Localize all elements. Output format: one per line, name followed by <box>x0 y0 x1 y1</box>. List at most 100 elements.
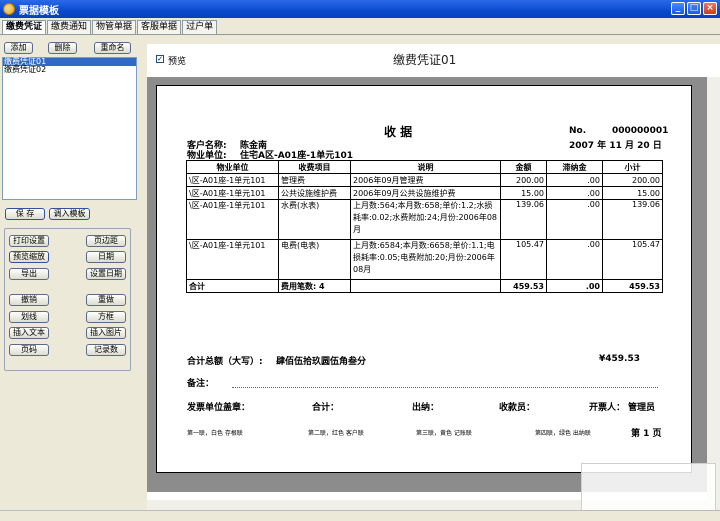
status-bar <box>0 510 720 521</box>
undo-button[interactable]: 撤销 <box>9 294 49 306</box>
cell-amount: 105.47 <box>500 239 547 280</box>
insert-image-button[interactable]: 插入图片 <box>86 327 126 339</box>
cell-amount: 200.00 <box>500 173 547 187</box>
cell-subtotal: 15.00 <box>602 186 663 200</box>
total-amount: 459.53 <box>500 279 547 293</box>
column-header: 金额 <box>500 160 547 174</box>
template-list[interactable]: 缴费凭证01 缴费凭证02 <box>2 57 137 200</box>
cell-late-fee: .00 <box>546 199 603 240</box>
total-row: 合计 费用笔数: 4 459.53 .00 459.53 <box>186 279 663 293</box>
cell-item: 水费(水表) <box>278 199 351 240</box>
column-header: 收费项目 <box>278 160 351 174</box>
cell-subtotal: 105.47 <box>602 239 663 280</box>
cell-unit: \区-A01座-1单元101 <box>186 199 279 240</box>
tab-transfer-form[interactable]: 过户单 <box>182 20 218 34</box>
table-row: \区-A01座-1单元101 电费(电表) 上月数:6584;本月数:6658;… <box>186 239 663 280</box>
remark-line <box>232 387 658 388</box>
margins-button[interactable]: 页边距 <box>86 235 126 247</box>
cell-desc: 2006年09月管理费 <box>350 173 501 187</box>
title-bar: 票据模板 _ □ × <box>0 0 720 18</box>
record-count-button[interactable]: 记录数 <box>86 344 126 356</box>
draw-box-button[interactable]: 方框 <box>86 311 126 323</box>
fee-count: 费用笔数: 4 <box>278 279 351 293</box>
uppercase-total-value: 肆佰伍拾玖圆伍角叁分 <box>276 357 367 367</box>
column-header: 说明 <box>350 160 501 174</box>
remark-label: 备注： <box>187 379 215 389</box>
receipt-date: 2007 年 11 月 20 日 <box>569 141 662 151</box>
tab-strip: 缴费凭证 缴费通知 物管单据 客服单据 过户单 <box>2 20 218 34</box>
cell-amount: 15.00 <box>500 186 547 200</box>
cell-empty <box>350 279 501 293</box>
redo-button[interactable]: 重做 <box>86 294 126 306</box>
delete-button[interactable]: 删除 <box>48 42 77 54</box>
table-row: \区-A01座-1单元101 水费(水表) 上月数:564;本月数:658;单价… <box>186 199 663 240</box>
tab-property-docs[interactable]: 物管单据 <box>92 20 137 34</box>
draw-line-button[interactable]: 划线 <box>9 311 49 323</box>
cell-item: 公共设施维护费 <box>278 186 351 200</box>
tab-payment-notice[interactable]: 缴费通知 <box>47 20 92 34</box>
load-template-button[interactable]: 调入模板 <box>49 208 90 220</box>
copy-1: 第一联，白色 存根联 <box>187 430 243 437</box>
window-title: 票据模板 <box>19 5 59 17</box>
copy-3: 第三联，黄色 记账联 <box>416 430 472 437</box>
cell-unit: \区-A01座-1单元101 <box>186 173 279 187</box>
maximize-button[interactable]: □ <box>687 2 701 15</box>
sign-issuer-person: 开票人： <box>589 403 626 413</box>
receipt-no-value: 000000001 <box>612 126 669 136</box>
preview-checkbox[interactable]: ✓ <box>156 55 164 63</box>
column-header: 小计 <box>602 160 663 174</box>
document-title: 缴费凭证01 <box>393 53 457 67</box>
receipt-title: 收 据 <box>384 125 413 139</box>
minimize-button[interactable]: _ <box>671 2 685 15</box>
receipt-no-label: No. <box>569 126 587 136</box>
preview-checkbox-label: 预览 <box>168 57 187 67</box>
set-date-button[interactable]: 设置日期 <box>86 268 126 280</box>
page-number-button[interactable]: 页码 <box>9 344 49 356</box>
copy-4: 第四联，绿色 出纳联 <box>535 430 591 437</box>
column-header: 滞纳金 <box>546 160 603 174</box>
window-controls: _ □ × <box>671 2 717 15</box>
print-settings-button[interactable]: 打印设置 <box>9 235 49 247</box>
tab-service-docs[interactable]: 客服单据 <box>137 20 182 34</box>
close-button[interactable]: × <box>703 2 717 15</box>
yen-total: ¥459.53 <box>599 354 640 364</box>
sign-admin: 管理员 <box>628 403 656 413</box>
total-subtotal: 459.53 <box>602 279 663 293</box>
export-button[interactable]: 导出 <box>9 268 49 280</box>
vertical-scrollbar[interactable] <box>707 77 720 500</box>
column-header: 物业单位 <box>186 160 279 174</box>
cell-item: 电费(电表) <box>278 239 351 280</box>
cell-subtotal: 139.06 <box>602 199 663 240</box>
table-header: 物业单位 收费项目 说明 金额 滞纳金 小计 <box>186 160 663 174</box>
sign-collector: 收款员： <box>499 403 536 413</box>
total-label: 合计 <box>186 279 279 293</box>
tab-payment-voucher[interactable]: 缴费凭证 <box>2 20 47 34</box>
cell-late-fee: .00 <box>546 239 603 280</box>
copy-2: 第二联，红色 客户联 <box>308 430 364 437</box>
cell-amount: 139.06 <box>500 199 547 240</box>
preview-zoom-button[interactable]: 预览缩放 <box>9 251 49 263</box>
cell-desc: 上月数:6584;本月数:6658;单价:1.1;电损耗率:0.05;电费附加:… <box>350 239 501 280</box>
table-row: \区-A01座-1单元101 管理费 2006年09月管理费 200.00 .0… <box>186 173 663 187</box>
uppercase-total-label: 合计总额（大写）: <box>187 357 263 367</box>
tab-divider <box>0 34 720 35</box>
list-item[interactable]: 缴费凭证02 <box>3 66 136 74</box>
add-button[interactable]: 添加 <box>4 42 33 54</box>
cell-item: 管理费 <box>278 173 351 187</box>
cell-subtotal: 200.00 <box>602 173 663 187</box>
save-button[interactable]: 保 存 <box>5 208 45 220</box>
insert-text-button[interactable]: 插入文本 <box>9 327 49 339</box>
app-icon <box>3 3 15 15</box>
cell-late-fee: .00 <box>546 186 603 200</box>
sign-issuer: 发票单位盖章： <box>187 403 251 413</box>
cell-unit: \区-A01座-1单元101 <box>186 239 279 280</box>
date-button[interactable]: 日期 <box>86 251 126 263</box>
cell-late-fee: .00 <box>546 173 603 187</box>
cell-unit: \区-A01座-1单元101 <box>186 186 279 200</box>
sign-cashier: 出纳： <box>412 403 440 413</box>
sign-total: 合计： <box>312 403 340 413</box>
cell-desc: 上月数:564;本月数:658;单价:1.2;水损耗率:0.02;水费附加:24… <box>350 199 501 240</box>
page-number: 第 1 页 <box>631 429 662 439</box>
rename-button[interactable]: 重命名 <box>94 42 131 54</box>
receipt-table: 物业单位 收费项目 说明 金额 滞纳金 小计 \区-A01座-1单元101 管理… <box>186 160 663 293</box>
